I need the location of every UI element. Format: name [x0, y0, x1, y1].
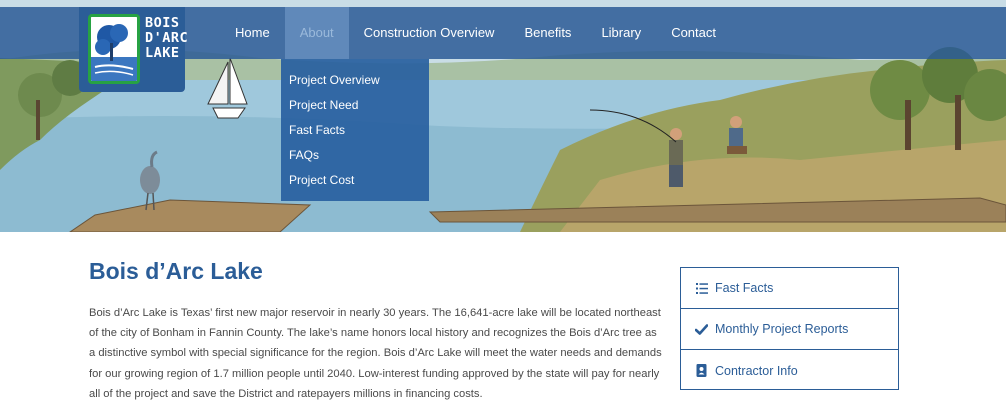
dropdown-item-project-need[interactable]: Project Need: [281, 93, 429, 118]
about-dropdown-menu: Project Overview Project Need Fast Facts…: [281, 59, 429, 201]
logo-line-2: D'ARC: [145, 30, 189, 46]
sidebar-item-fast-facts[interactable]: Fast Facts: [681, 268, 898, 309]
nav-item-home[interactable]: Home: [220, 7, 285, 59]
nav-item-about[interactable]: About: [284, 7, 349, 59]
page-title: Bois d’Arc Lake: [89, 258, 263, 284]
sidebar-item-monthly-project-reports[interactable]: Monthly Project Reports: [681, 309, 898, 350]
checkmark-icon: [695, 323, 708, 336]
nav-item-library[interactable]: Library: [586, 7, 656, 59]
dropdown-item-fast-facts[interactable]: Fast Facts: [281, 118, 429, 143]
nav-menu: Home About Construction Overview Benefit…: [220, 7, 731, 59]
logo-line-1: BOIS: [145, 15, 180, 31]
dropdown-item-faqs[interactable]: FAQs: [281, 143, 429, 168]
logo-line-3: LAKE: [145, 45, 180, 61]
nav-item-contact[interactable]: Contact: [656, 7, 731, 59]
nav-item-benefits[interactable]: Benefits: [509, 7, 586, 59]
sidebar-item-label: Monthly Project Reports: [715, 322, 849, 336]
logo-wordmark: BOIS D'ARC LAKE: [145, 16, 188, 61]
sidebar-item-label: Fast Facts: [715, 281, 774, 295]
sidebar-item-label: Contractor Info: [715, 363, 798, 378]
intro-paragraph: Bois d’Arc Lake is Texas’ first new majo…: [89, 307, 662, 400]
dropdown-item-project-overview[interactable]: Project Overview: [281, 68, 429, 93]
logo-tree-icon: [88, 14, 140, 84]
sidebar-item-contractor-info[interactable]: Contractor Info: [681, 350, 898, 391]
address-book-icon: [695, 364, 708, 377]
quick-links-box: Fast Facts Monthly Project Reports Contr…: [680, 267, 899, 390]
nav-item-construction-overview[interactable]: Construction Overview: [349, 7, 510, 59]
dropdown-item-project-cost[interactable]: Project Cost: [281, 168, 429, 193]
site-logo[interactable]: BOIS D'ARC LAKE: [79, 7, 188, 92]
list-icon: [695, 282, 708, 295]
